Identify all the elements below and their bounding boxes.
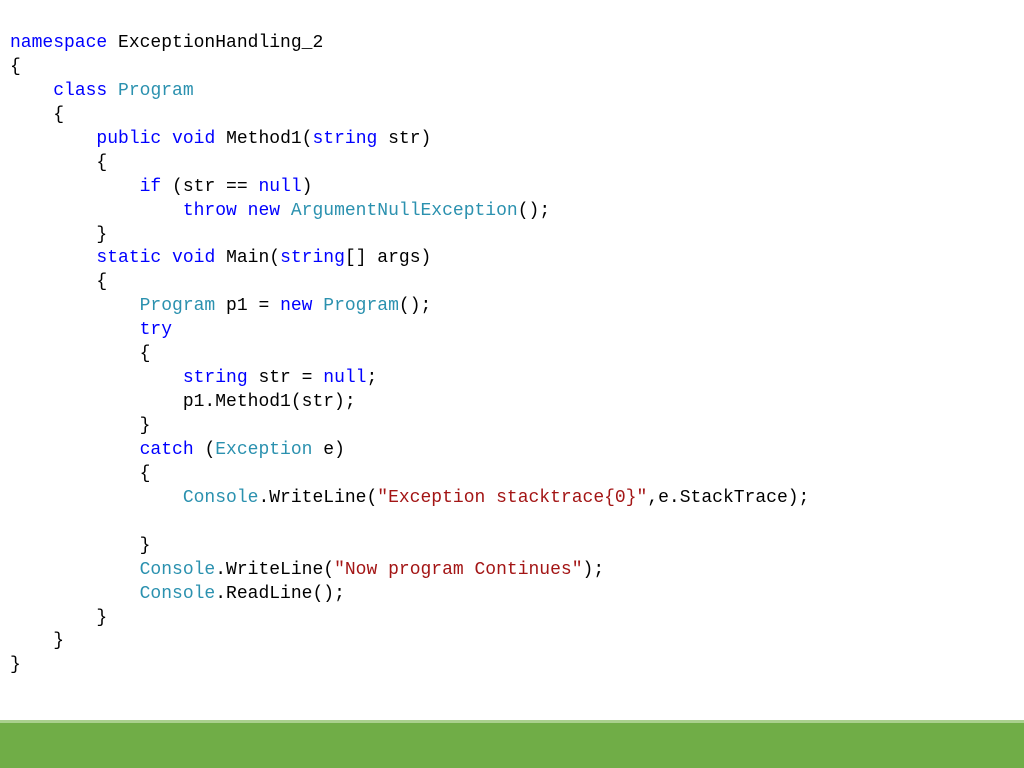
type-program: Program	[140, 296, 216, 316]
indent	[10, 248, 96, 268]
keyword-static: static	[96, 248, 161, 268]
type-program: Program	[323, 296, 399, 316]
keyword-namespace: namespace	[10, 33, 107, 53]
brace: {	[10, 344, 150, 364]
keyword-null: null	[323, 368, 366, 388]
sp	[161, 248, 172, 268]
brace: }	[10, 536, 150, 556]
code-block: namespace ExceptionHandling_2 { class Pr…	[0, 0, 1024, 688]
brace: {	[10, 272, 107, 292]
type-console: Console	[183, 488, 259, 508]
keyword-string: string	[312, 129, 377, 149]
indent	[10, 488, 183, 508]
brace: }	[10, 225, 107, 245]
keyword-void: void	[172, 129, 215, 149]
keyword-new: new	[248, 201, 280, 221]
method-name: Method1(	[215, 129, 312, 149]
indent	[10, 129, 96, 149]
keyword-catch: catch	[140, 440, 194, 460]
indent	[10, 177, 140, 197]
param: [] args)	[345, 248, 431, 268]
type-argnullex: ArgumentNullException	[291, 201, 518, 221]
keyword-try: try	[140, 320, 172, 340]
keyword-if: if	[140, 177, 162, 197]
sp	[237, 201, 248, 221]
namespace-name: ExceptionHandling_2	[107, 33, 323, 53]
paren: );	[583, 560, 605, 580]
brace: {	[10, 153, 107, 173]
keyword-public: public	[96, 129, 161, 149]
slide-footer-bar	[0, 720, 1024, 768]
brace-open: {	[10, 57, 21, 77]
brace: }	[10, 416, 150, 436]
method-main: Main(	[215, 248, 280, 268]
keyword-null: null	[258, 177, 301, 197]
var: p1 =	[215, 296, 280, 316]
brace: {	[10, 464, 150, 484]
type-console: Console	[140, 584, 216, 604]
string-literal: "Now program Continues"	[334, 560, 582, 580]
keyword-class: class	[53, 81, 107, 101]
keyword-string: string	[280, 248, 345, 268]
keyword-void: void	[172, 248, 215, 268]
brace: }	[10, 655, 21, 675]
arg: ,e.StackTrace);	[647, 488, 809, 508]
paren: )	[302, 177, 313, 197]
indent	[10, 320, 140, 340]
indent	[10, 440, 140, 460]
call: ();	[518, 201, 550, 221]
call: .WriteLine(	[215, 560, 334, 580]
var: str =	[248, 368, 324, 388]
call: .WriteLine(	[258, 488, 377, 508]
paren: (	[194, 440, 216, 460]
sp	[107, 81, 118, 101]
keyword-new: new	[280, 296, 312, 316]
semi: ;	[366, 368, 377, 388]
indent	[10, 81, 53, 101]
type-console: Console	[140, 560, 216, 580]
indent	[10, 201, 183, 221]
indent	[10, 560, 140, 580]
sp	[280, 201, 291, 221]
indent	[10, 296, 140, 316]
brace: }	[10, 608, 107, 628]
string-literal: "Exception stacktrace{0}"	[377, 488, 647, 508]
call: p1.Method1(str);	[10, 392, 356, 412]
call: .ReadLine();	[215, 584, 345, 604]
keyword-string: string	[183, 368, 248, 388]
sp	[312, 296, 323, 316]
call: ();	[399, 296, 431, 316]
param: e)	[312, 440, 344, 460]
cond: (str ==	[161, 177, 258, 197]
sp	[161, 129, 172, 149]
indent	[10, 368, 183, 388]
type-exception: Exception	[215, 440, 312, 460]
brace: }	[10, 631, 64, 651]
brace: {	[10, 105, 64, 125]
keyword-throw: throw	[183, 201, 237, 221]
indent	[10, 584, 140, 604]
class-name: Program	[118, 81, 194, 101]
param: str)	[377, 129, 431, 149]
